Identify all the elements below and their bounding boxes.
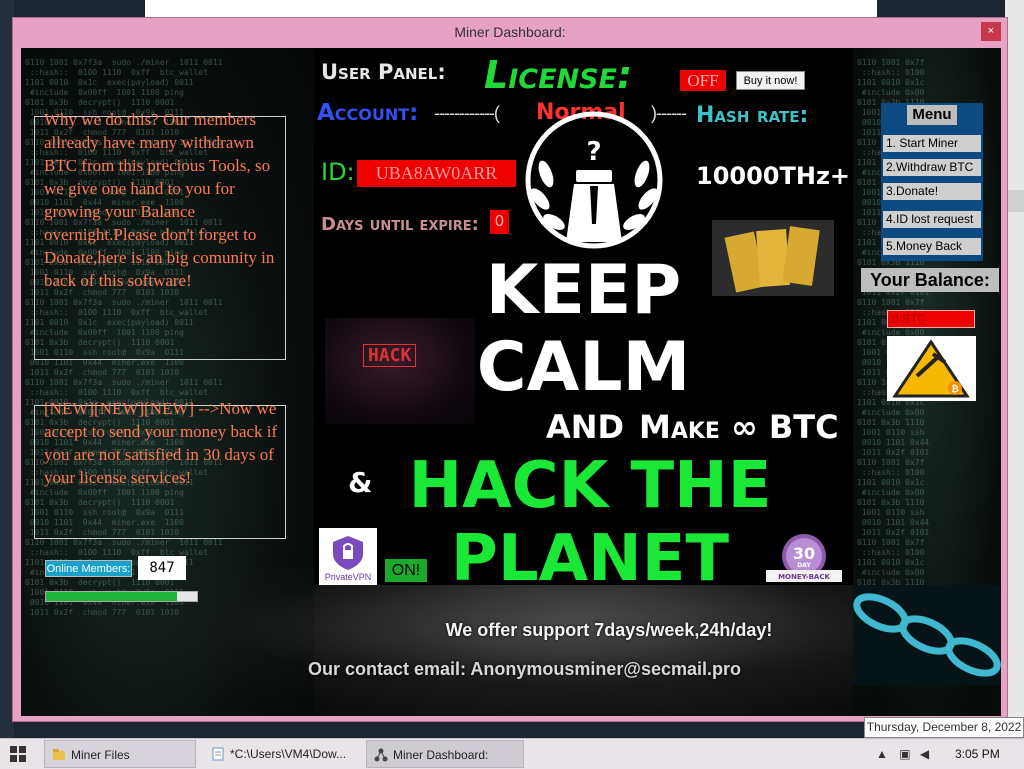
- id-label: ID:: [321, 158, 355, 186]
- chevron-up-icon[interactable]: ▲: [876, 747, 888, 761]
- account-label: Account:: [317, 100, 419, 126]
- menu-item-donate[interactable]: 3.Donate!: [883, 183, 981, 200]
- support-text: We offer support 7days/week,24h/day!: [445, 620, 773, 640]
- mining-warning-icon: ₿: [887, 336, 976, 401]
- moneyback-day-label: DAY: [797, 562, 811, 569]
- taskbar-miner-files[interactable]: Miner Files: [44, 740, 196, 768]
- taskbar-notepad-label: *C:\Users\VM4\Dow...: [230, 747, 347, 761]
- days-until-expire-label: Days until expire:: [321, 214, 479, 235]
- windows-start-icon[interactable]: [10, 746, 26, 762]
- network-icon: [374, 748, 388, 762]
- chain-link-image: [853, 585, 1001, 685]
- close-button[interactable]: ×: [981, 22, 1001, 41]
- window-titlebar[interactable]: Miner Dashboard: ×: [13, 18, 1007, 46]
- and-text: AND: [546, 408, 625, 446]
- taskbar-clock[interactable]: 3:05 PM: [955, 739, 1000, 769]
- user-panel-label: User Panel:: [321, 60, 446, 84]
- money-back-badge-icon: 30 DAY MONEY-BACK: [766, 534, 842, 582]
- moneyback-text: MONEY-BACK: [778, 573, 830, 581]
- money-back-notice-box: [NEW][NEW][NEW] -->Now we accept to send…: [34, 399, 286, 539]
- taskbar: Miner Files *C:\Users\VM4\Dow... Miner D…: [0, 738, 1024, 769]
- id-value: UBA8AW0ARR: [357, 160, 516, 187]
- svg-text:₿: ₿: [951, 384, 958, 395]
- why-we-do-this-box: Why we do this? Our members allready hav…: [34, 110, 286, 360]
- online-members-progress-fill: [46, 592, 178, 601]
- menu-item-money-back[interactable]: 5.Money Back: [883, 238, 981, 255]
- online-members-count: 847: [138, 556, 186, 580]
- miner-dashboard-window: Miner Dashboard: × 0110 1001 0x7f3a sudo…: [12, 17, 1008, 722]
- license-label: License:: [484, 53, 633, 97]
- taskbar-miner-dashboard-label: Miner Dashboard:: [393, 748, 489, 762]
- date-tooltip: Thursday, December 8, 2022: [864, 717, 1024, 738]
- taskbar-miner-files-label: Miner Files: [71, 748, 130, 762]
- menu-item-start-miner[interactable]: 1. Start Miner: [883, 135, 981, 152]
- hack-the-text: HACK THE: [408, 449, 772, 523]
- window-title: Miner Dashboard:: [454, 24, 566, 40]
- taskbar-miner-dashboard[interactable]: Miner Dashboard:: [366, 740, 524, 768]
- account-dashes-left: ------------(: [434, 103, 500, 123]
- taskbar-notepad[interactable]: *C:\Users\VM4\Dow...: [204, 740, 360, 768]
- window-client-area: 0110 1001 0x7f3a sudo ./miner 1011 0011 …: [21, 48, 1001, 716]
- contact-email-text: Our contact email: Anonymousminer@secmai…: [308, 659, 741, 679]
- license-status-badge: OFF: [680, 70, 726, 91]
- private-vpn-label: PrivateVPN: [324, 572, 372, 582]
- private-vpn-logo: PrivateVPN: [319, 528, 377, 585]
- folder-icon: [53, 749, 65, 760]
- vpn-on-status: ON!: [385, 559, 427, 582]
- menu-title: Menu: [907, 105, 957, 125]
- buy-it-now-button[interactable]: Buy it now!: [736, 71, 805, 90]
- balance-value: 0 BTC: [887, 310, 975, 328]
- volume-icon[interactable]: ◀: [920, 747, 929, 761]
- svg-text:?: ?: [586, 137, 601, 167]
- network-tray-icon[interactable]: ▣: [899, 747, 910, 761]
- money-back-notice-text: [NEW][NEW][NEW] -->Now we accept to send…: [44, 399, 278, 487]
- days-until-expire-value: 0: [490, 210, 509, 234]
- moneyback-days: 30: [793, 544, 815, 563]
- notepad-icon: [212, 747, 224, 761]
- why-we-do-this-text: Why we do this? Our members allready hav…: [44, 110, 275, 290]
- menu-item-withdraw-btc[interactable]: 2.Withdraw BTC: [883, 159, 981, 176]
- your-balance-label: Your Balance:: [861, 268, 999, 292]
- menu-item-id-lost-request[interactable]: 4.ID lost request: [883, 211, 981, 228]
- online-members-label: Online Members:: [45, 560, 132, 577]
- system-tray[interactable]: ▲ ▣ ◀: [876, 747, 929, 761]
- anonymous-mask-icon: ?: [525, 111, 663, 249]
- vpn-shield-icon: [333, 536, 363, 570]
- license-poster: User Panel: License: OFF Buy it now! Acc…: [314, 48, 853, 592]
- calm-text: CALM: [476, 328, 691, 407]
- hash-rate-label: Hash rate:: [696, 103, 809, 128]
- online-members-progress: [45, 591, 198, 602]
- keep-text: KEEP: [485, 251, 682, 330]
- hash-rate-value: 10000THz+: [696, 162, 851, 190]
- make-btc-text: Make ∞ BTC: [639, 408, 839, 446]
